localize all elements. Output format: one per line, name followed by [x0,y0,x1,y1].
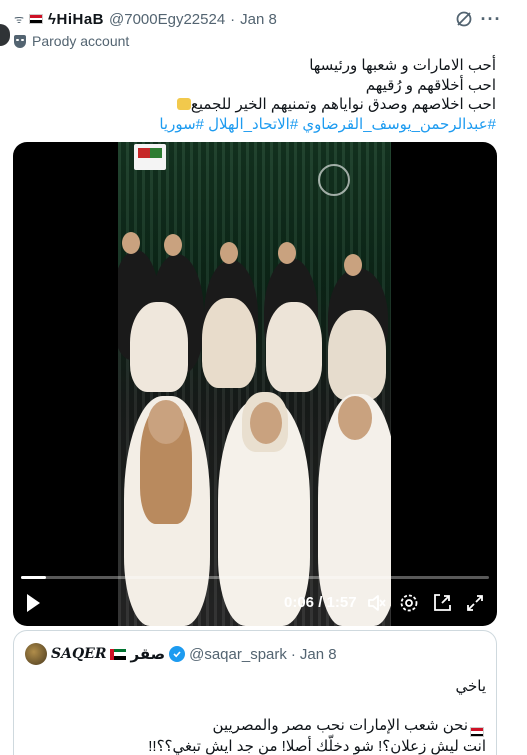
quoted-text-line-3: انت ليش زعلان؟! شو دخلّك أصلا! من جد ايش… [148,738,486,755]
prefix-glyph: ᯤ [14,13,25,26]
tweet-text-line-3-wrapper: احب اخلاصهم وصدق نواياهم وتمنيهم الخير ل… [20,95,496,115]
tweet[interactable]: ᯤ ϟHiHaB @7000Egy22524 · Jan 8 ··· Parod… [0,0,527,755]
egypt-flag-inline-icon [470,727,484,738]
quoted-text-line-2-wrapper: نحن شعب الإمارات نحب مصر والمصريين [34,716,486,738]
separator-dot: · [230,10,236,28]
quoted-text-line-2: نحن شعب الإمارات نحب مصر والمصريين [212,717,468,734]
tweet-text-line-3: احب اخلاصهم وصدق نواياهم وتمنيهم الخير ل… [190,96,496,113]
fullscreen-icon[interactable] [465,593,485,613]
tweet-text-line-2: احب أخلاقهم و رُقيهم [365,76,496,94]
tweet-header: ᯤ ϟHiHaB @7000Egy22524 · Jan 8 [14,9,277,29]
quoted-author-avatar[interactable] [25,643,47,665]
uae-flag-icon [110,648,127,660]
author-handle[interactable]: @7000Egy22524 [109,11,225,28]
video-player[interactable]: 0:06 / 1:57 [13,142,497,626]
egypt-flag-icon [29,14,44,24]
grok-icon[interactable] [453,8,475,30]
quoted-tweet-header: SAQER صقر @saqar_spark · Jan 8 [25,643,337,665]
author-display-name[interactable]: ϟHiHaB [48,11,104,28]
quoted-author-name-arabic[interactable]: صقر [130,645,165,663]
quoted-author-name-latin[interactable]: SAQER [51,646,106,662]
verified-badge-icon [169,646,186,662]
quoted-text-line-1: ياخي [455,678,486,695]
quoted-author-handle[interactable]: @saqar_spark [189,646,287,663]
video-progress-fill [21,576,46,579]
hashtags[interactable]: #عبدالرحمن_يوسف_القرضاوي #الاتحاد_الهلال… [20,115,496,135]
video-progress-bar[interactable] [21,576,489,579]
more-options-icon[interactable]: ··· [480,8,502,30]
parody-mask-icon [14,34,26,48]
tweet-text: أحب الامارات و شعبها ورئيسها احب أخلاقهم… [20,56,496,134]
author-avatar[interactable] [0,24,10,46]
tweet-text-line-1: أحب الامارات و شعبها ورئيسها [309,57,496,74]
parody-label: Parody account [32,33,130,49]
parody-badge: Parody account [14,32,129,50]
quoted-separator-dot: · [290,645,296,663]
choir-logo [134,144,166,170]
video-time: 0:06 / 1:57 [284,594,357,611]
quoted-tweet-text: ياخي نحن شعب الإمارات نحب مصر والمصريين … [34,677,486,755]
heart-hands-emoji-icon [176,98,191,110]
tweet-date[interactable]: Jan 8 [240,11,277,28]
quoted-tweet[interactable]: SAQER صقر @saqar_spark · Jan 8 ياخي نحن … [13,630,497,755]
video-frame [118,142,391,626]
quoted-tweet-date[interactable]: Jan 8 [300,646,337,663]
play-icon[interactable] [25,593,41,613]
pip-icon[interactable] [432,593,452,613]
settings-icon[interactable] [399,593,419,613]
volume-muted-icon[interactable] [367,593,387,613]
watermark-logo [318,164,350,196]
